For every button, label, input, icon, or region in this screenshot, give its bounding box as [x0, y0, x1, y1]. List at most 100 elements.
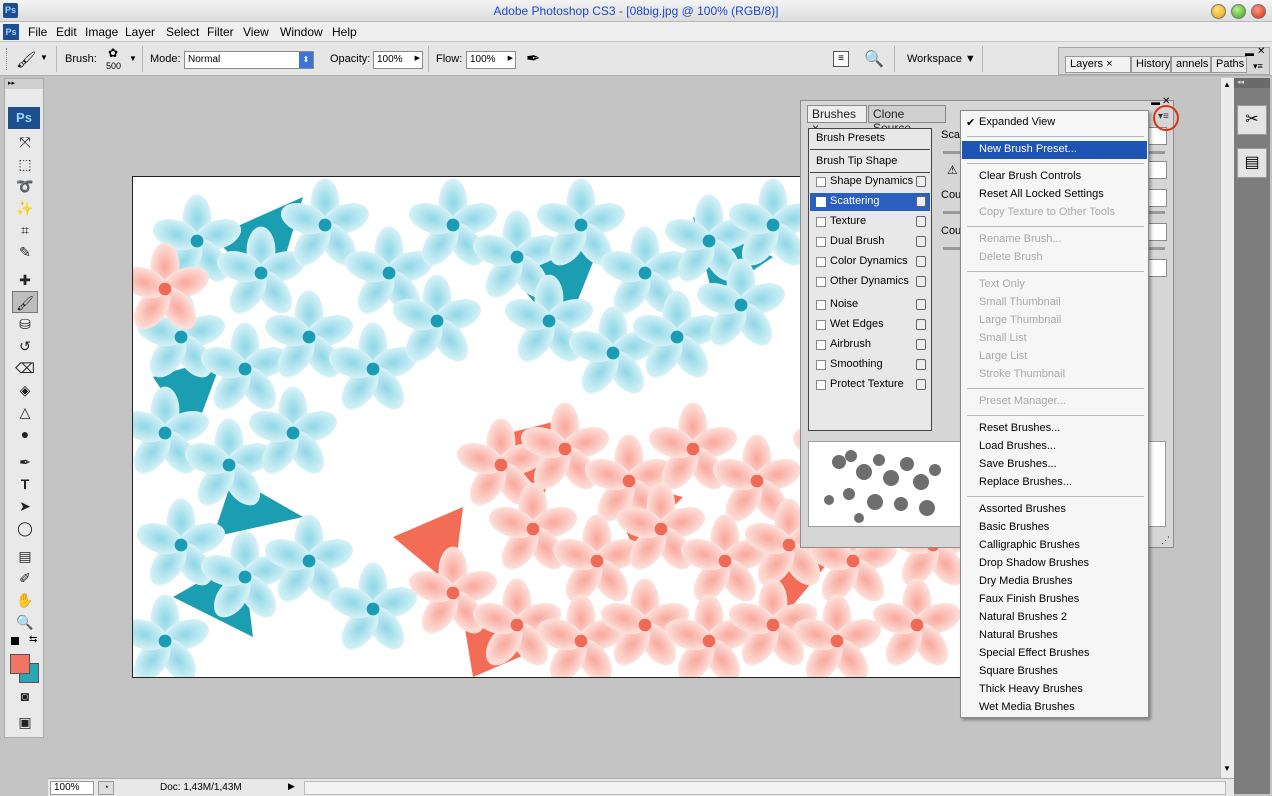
quick-mask-icon[interactable]: ◙: [12, 685, 38, 707]
swap-colors-icon[interactable]: ⇆: [29, 634, 37, 645]
marquee-tool-icon[interactable]: ⬚: [12, 153, 38, 175]
doc-icon[interactable]: Ps: [3, 24, 19, 40]
menu-file[interactable]: File: [28, 25, 47, 39]
brush-option-checkbox[interactable]: [816, 340, 826, 350]
tab-clone-source[interactable]: Clone Source: [868, 105, 946, 135]
brush-option-checkbox[interactable]: [816, 237, 826, 247]
menu-image[interactable]: Image: [85, 25, 118, 39]
opacity-field[interactable]: 100% ▶: [373, 51, 423, 69]
mode-select[interactable]: Normal ⬍: [184, 51, 314, 69]
brush-option-checkbox[interactable]: ✔: [816, 197, 826, 207]
opacity-arrow-icon[interactable]: ▶: [415, 54, 420, 62]
menu-filter[interactable]: Filter: [207, 25, 234, 39]
lock-icon[interactable]: [916, 359, 926, 370]
zoom-field[interactable]: 100%: [50, 781, 94, 795]
paint-bucket-tool-icon[interactable]: ◈: [12, 379, 38, 401]
brush-presets-button[interactable]: Brush Presets: [810, 129, 930, 150]
ellipse-tool-icon[interactable]: ◯: [12, 517, 38, 539]
menu-item-replace-brushes[interactable]: Replace Brushes...: [962, 474, 1147, 492]
lock-icon[interactable]: [916, 176, 926, 187]
menu-window[interactable]: Window: [280, 25, 323, 39]
menu-item-special-effect-brushes[interactable]: Special Effect Brushes: [962, 645, 1147, 663]
select-arrow-icon[interactable]: ⬍: [299, 52, 313, 68]
brush-tool-icon[interactable]: 🖌: [12, 291, 38, 313]
vertical-scrollbar[interactable]: ▲ ▼: [1220, 78, 1234, 778]
menu-item-drop-shadow-brushes[interactable]: Drop Shadow Brushes: [962, 555, 1147, 573]
scroll-down-icon[interactable]: ▼: [1223, 764, 1231, 773]
brush-tool-preset-icon[interactable]: 🖌: [16, 50, 36, 70]
status-icon[interactable]: ◔: [98, 781, 114, 795]
brush-option-shape-dynamics[interactable]: Shape Dynamics: [810, 173, 930, 191]
bridge-icon[interactable]: 🔍: [864, 49, 884, 69]
brush-option-scattering[interactable]: ✔ Scattering: [810, 193, 930, 211]
dock-close-icon[interactable]: ✕: [1257, 46, 1265, 57]
brush-option-checkbox[interactable]: [816, 257, 826, 267]
type-tool-icon[interactable]: T: [12, 473, 38, 495]
toolbox-collapse-icon[interactable]: ▸▸: [5, 79, 43, 89]
eyedropper-tool-icon[interactable]: ✐: [12, 567, 38, 589]
layer-comps-icon[interactable]: ▤: [1237, 148, 1267, 178]
blur-tool-icon[interactable]: △: [12, 401, 38, 423]
panel-minimize-icon[interactable]: ▬: [1151, 97, 1160, 107]
brush-option-smoothing[interactable]: Smoothing: [810, 356, 930, 374]
status-menu-arrow-icon[interactable]: ▶: [288, 781, 295, 792]
lock-icon[interactable]: [916, 299, 926, 310]
menu-edit[interactable]: Edit: [56, 25, 77, 39]
menu-layer[interactable]: Layer: [125, 25, 155, 39]
close-button[interactable]: [1251, 4, 1266, 19]
brush-option-checkbox[interactable]: [816, 360, 826, 370]
dock-menu-icon[interactable]: ▾≡: [1253, 61, 1263, 72]
menu-item-dry-media-brushes[interactable]: Dry Media Brushes: [962, 573, 1147, 591]
path-selection-tool-icon[interactable]: ➤: [12, 495, 38, 517]
menu-item-faux-finish-brushes[interactable]: Faux Finish Brushes: [962, 591, 1147, 609]
resize-grip-icon[interactable]: ⋰: [1161, 535, 1170, 546]
tab-brushes[interactable]: Brushes ×: [807, 105, 867, 135]
menu-item-wet-media-brushes[interactable]: Wet Media Brushes: [962, 699, 1147, 717]
brush-option-checkbox[interactable]: [816, 177, 826, 187]
menu-item-square-brushes[interactable]: Square Brushes: [962, 663, 1147, 681]
palette-well-icon[interactable]: ≡: [833, 51, 849, 67]
menu-help[interactable]: Help: [332, 25, 357, 39]
flow-arrow-icon[interactable]: ▶: [508, 54, 513, 62]
screen-mode-icon[interactable]: ▣: [12, 711, 38, 733]
brush-option-protect-texture[interactable]: Protect Texture: [810, 376, 930, 394]
notes-tool-icon[interactable]: ▤: [12, 545, 38, 567]
menu-item-assorted-brushes[interactable]: Assorted Brushes: [962, 501, 1147, 519]
menu-item-new-brush-preset[interactable]: New Brush Preset...: [962, 141, 1147, 159]
brush-option-color-dynamics[interactable]: Color Dynamics: [810, 253, 930, 271]
lock-icon[interactable]: [916, 276, 926, 287]
brush-tip-shape-button[interactable]: Brush Tip Shape: [810, 152, 930, 173]
flow-field[interactable]: 100% ▶: [466, 51, 516, 69]
brush-option-checkbox[interactable]: [816, 380, 826, 390]
brush-option-checkbox[interactable]: [816, 300, 826, 310]
brush-option-texture[interactable]: Texture: [810, 213, 930, 231]
lock-icon[interactable]: [916, 236, 926, 247]
lasso-tool-icon[interactable]: ➰: [12, 175, 38, 197]
workspace-button[interactable]: Workspace ▼: [907, 53, 976, 65]
foreground-color-swatch[interactable]: [10, 654, 30, 674]
menu-item-reset-brushes[interactable]: Reset Brushes...: [962, 420, 1147, 438]
brush-option-noise[interactable]: Noise: [810, 296, 930, 314]
menu-select[interactable]: Select: [166, 25, 199, 39]
zoom-tool-icon[interactable]: 🔍: [12, 611, 38, 633]
strip-expand-icon[interactable]: ◂◂: [1234, 78, 1270, 88]
dodge-tool-icon[interactable]: ●: [12, 423, 38, 445]
chevron-down-icon[interactable]: ▼: [40, 53, 48, 62]
menu-item-natural-brushes[interactable]: Natural Brushes: [962, 627, 1147, 645]
brush-option-airbrush[interactable]: Airbrush: [810, 336, 930, 354]
menu-item-load-brushes[interactable]: Load Brushes...: [962, 438, 1147, 456]
move-tool-icon[interactable]: ⤧: [12, 131, 38, 153]
lock-icon[interactable]: [916, 196, 926, 207]
default-colors-icon[interactable]: [11, 637, 19, 645]
hand-tool-icon[interactable]: ✋: [12, 589, 38, 611]
lock-icon[interactable]: [916, 319, 926, 330]
maximize-button[interactable]: [1231, 4, 1246, 19]
grip-handle[interactable]: [6, 48, 9, 70]
eraser-tool-icon[interactable]: ⌫: [12, 357, 38, 379]
lock-icon[interactable]: [916, 256, 926, 267]
minimize-button[interactable]: [1211, 4, 1226, 19]
menu-item-basic-brushes[interactable]: Basic Brushes: [962, 519, 1147, 537]
panel-menu-icon[interactable]: ▾≡: [1158, 111, 1169, 122]
brush-option-checkbox[interactable]: [816, 320, 826, 330]
tab-history[interactable]: History: [1131, 56, 1171, 73]
